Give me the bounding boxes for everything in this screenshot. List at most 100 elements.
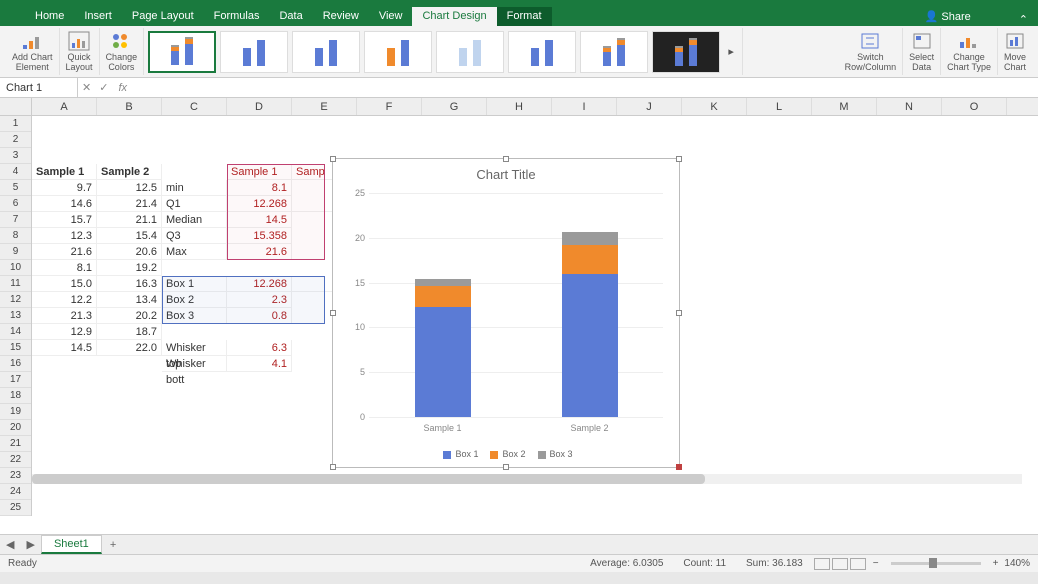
col-header-B[interactable]: B — [97, 98, 162, 115]
row-header-6[interactable]: 6 — [0, 196, 31, 212]
switch-row-column-button[interactable]: Switch Row/Column — [839, 28, 904, 75]
row-header-5[interactable]: 5 — [0, 180, 31, 196]
sheet-tab-1[interactable]: Sheet1 — [41, 535, 102, 554]
chart-style-1[interactable] — [148, 31, 216, 73]
col-header-K[interactable]: K — [682, 98, 747, 115]
name-box[interactable]: Chart 1 — [0, 78, 78, 97]
cell[interactable]: 14.5 — [32, 340, 97, 356]
row-header-13[interactable]: 13 — [0, 308, 31, 324]
tab-home[interactable]: Home — [25, 7, 74, 26]
cell[interactable]: Sample 1 — [32, 164, 97, 180]
row-header-18[interactable]: 18 — [0, 388, 31, 404]
view-page-break-button[interactable] — [850, 558, 866, 570]
tab-view[interactable]: View — [369, 7, 413, 26]
col-header-D[interactable]: D — [227, 98, 292, 115]
quick-layout-button[interactable]: Quick Layout — [60, 28, 100, 75]
cell[interactable]: 12.5 — [97, 180, 162, 196]
cell[interactable]: 12.9 — [32, 324, 97, 340]
tab-formulas[interactable]: Formulas — [204, 7, 270, 26]
ribbon-collapse-icon[interactable]: ⌃ — [1019, 13, 1028, 26]
cell[interactable]: 15.0 — [32, 276, 97, 292]
row-header-9[interactable]: 9 — [0, 244, 31, 260]
tab-data[interactable]: Data — [269, 7, 312, 26]
zoom-slider[interactable] — [891, 562, 981, 565]
share-button[interactable]: 👤 Share — [917, 7, 979, 26]
row-header-10[interactable]: 10 — [0, 260, 31, 276]
col-header-A[interactable]: A — [32, 98, 97, 115]
row-header-22[interactable]: 22 — [0, 452, 31, 468]
cell[interactable]: Whisker bott — [162, 356, 227, 372]
cell[interactable]: Median — [162, 212, 227, 228]
chart-style-more[interactable]: ▸ — [724, 31, 738, 73]
add-sheet-button[interactable]: + — [102, 539, 124, 551]
row-header-8[interactable]: 8 — [0, 228, 31, 244]
col-header-O[interactable]: O — [942, 98, 1007, 115]
row-header-19[interactable]: 19 — [0, 404, 31, 420]
cell[interactable]: Whisker top — [162, 340, 227, 356]
worksheet-grid[interactable]: ABCDEFGHIJKLMNO 123456789101112131415161… — [0, 98, 1038, 534]
sheet-nav-next[interactable]: ▶ — [20, 538, 40, 551]
col-header-J[interactable]: J — [617, 98, 682, 115]
view-normal-button[interactable] — [814, 558, 830, 570]
row-header-1[interactable]: 1 — [0, 116, 31, 132]
cell[interactable]: 22.0 — [97, 340, 162, 356]
chart-style-8[interactable] — [652, 31, 720, 73]
move-chart-button[interactable]: Move Chart — [998, 28, 1032, 75]
cell[interactable]: Q3 — [162, 228, 227, 244]
change-colors-button[interactable]: Change Colors — [100, 28, 145, 75]
chart-bar-sample-2[interactable] — [562, 232, 618, 417]
cell[interactable]: 15.7 — [32, 212, 97, 228]
chart-style-5[interactable] — [436, 31, 504, 73]
col-header-H[interactable]: H — [487, 98, 552, 115]
row-header-15[interactable]: 15 — [0, 340, 31, 356]
sheet-nav-prev[interactable]: ◀ — [0, 538, 20, 551]
cell[interactable]: 18.7 — [97, 324, 162, 340]
chart-bar-sample-1[interactable] — [415, 279, 471, 417]
col-header-M[interactable]: M — [812, 98, 877, 115]
zoom-out-button[interactable]: − — [873, 558, 879, 569]
cell[interactable]: 21.1 — [97, 212, 162, 228]
cell[interactable]: 15.4 — [97, 228, 162, 244]
row-header-14[interactable]: 14 — [0, 324, 31, 340]
col-header-G[interactable]: G — [422, 98, 487, 115]
zoom-in-button[interactable]: + — [993, 558, 999, 569]
view-page-layout-button[interactable] — [832, 558, 848, 570]
col-header-F[interactable]: F — [357, 98, 422, 115]
chart-title[interactable]: Chart Title — [333, 159, 679, 186]
chart-style-6[interactable] — [508, 31, 576, 73]
add-chart-element-button[interactable]: Add Chart Element — [6, 28, 60, 75]
cell[interactable]: min — [162, 180, 227, 196]
col-header-I[interactable]: I — [552, 98, 617, 115]
fx-icon[interactable]: fx — [112, 82, 133, 94]
tab-insert[interactable]: Insert — [74, 7, 122, 26]
cell[interactable]: 12.2 — [32, 292, 97, 308]
cell[interactable]: Q1 — [162, 196, 227, 212]
col-header-N[interactable]: N — [877, 98, 942, 115]
chart-plot-area[interactable]: 0510152025 Sample 1Sample 2 — [369, 193, 663, 417]
cell[interactable]: 6.3 — [227, 340, 292, 356]
chart-style-7[interactable] — [580, 31, 648, 73]
formula-enter-icon[interactable]: ✓ — [95, 81, 112, 94]
chart-legend[interactable]: Box 1Box 2Box 3 — [333, 449, 679, 459]
col-header-C[interactable]: C — [162, 98, 227, 115]
tab-chart-design[interactable]: Chart Design — [412, 7, 496, 26]
chart-style-2[interactable] — [220, 31, 288, 73]
cell[interactable]: 21.4 — [97, 196, 162, 212]
row-header-24[interactable]: 24 — [0, 484, 31, 500]
cell[interactable]: 16.3 — [97, 276, 162, 292]
select-all-corner[interactable] — [0, 98, 32, 116]
chart-style-3[interactable] — [292, 31, 360, 73]
row-header-23[interactable]: 23 — [0, 468, 31, 484]
col-header-L[interactable]: L — [747, 98, 812, 115]
row-header-3[interactable]: 3 — [0, 148, 31, 164]
tab-review[interactable]: Review — [313, 7, 369, 26]
horizontal-scrollbar[interactable] — [32, 474, 1022, 484]
embedded-chart[interactable]: Chart Title 0510152025 Sample 1Sample 2 … — [332, 158, 680, 468]
formula-cancel-icon[interactable]: ✕ — [78, 81, 95, 94]
row-header-4[interactable]: 4 — [0, 164, 31, 180]
cell[interactable]: 4.1 — [227, 356, 292, 372]
row-header-20[interactable]: 20 — [0, 420, 31, 436]
change-chart-type-button[interactable]: Change Chart Type — [941, 28, 998, 75]
row-header-17[interactable]: 17 — [0, 372, 31, 388]
row-header-21[interactable]: 21 — [0, 436, 31, 452]
